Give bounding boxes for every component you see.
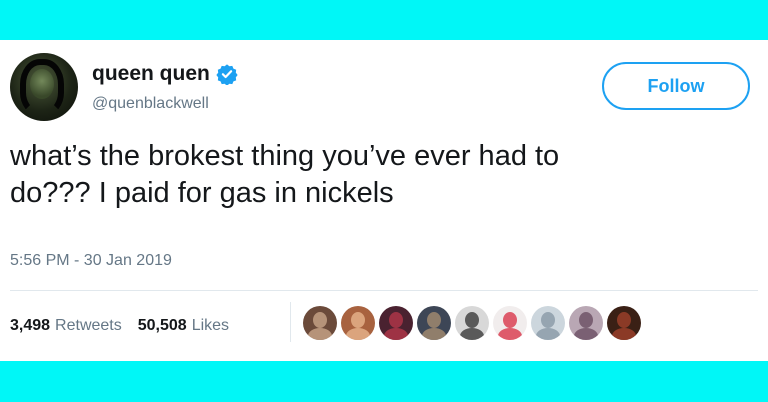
retweets-label[interactable]: Retweets [55,317,122,335]
tweet-card: queen quen @quenblackwell Follow what’s … [0,40,768,361]
user-avatar-icon[interactable] [607,306,641,340]
user-avatar-icon[interactable] [379,306,413,340]
likes-count[interactable]: 50,508 [138,317,187,335]
user-avatar-icon[interactable] [417,306,451,340]
likes-label[interactable]: Likes [192,317,229,335]
top-border-band [0,0,768,40]
verified-badge-icon [216,64,238,85]
user-avatar-icon[interactable] [493,306,527,340]
user-handle[interactable]: @quenblackwell [92,95,209,113]
name-row: queen quen [92,62,238,86]
divider [10,290,758,291]
user-avatar-icon[interactable] [455,306,489,340]
follow-button[interactable]: Follow [602,62,750,110]
user-avatar-icon[interactable] [303,306,337,340]
bottom-border-band [0,361,768,402]
user-avatar-icon[interactable] [10,53,78,121]
user-avatar-icon[interactable] [569,306,603,340]
likers-avatars [303,306,645,340]
tweet-text: what’s the brokest thing you’ve ever had… [10,138,760,212]
default-avatar-icon[interactable] [531,306,565,340]
user-avatar-icon[interactable] [341,306,375,340]
stats-separator [290,302,291,342]
tweet-text-line: do??? I paid for gas in nickels [10,177,394,209]
tweet-timestamp[interactable]: 5:56 PM - 30 Jan 2019 [10,252,172,270]
retweets-count[interactable]: 3,498 [10,317,50,335]
tweet-stats: 3,498 Retweets 50,508 Likes [10,317,229,335]
tweet-text-line: what’s the brokest thing you’ve ever had… [10,140,560,172]
display-name[interactable]: queen quen [92,62,210,86]
